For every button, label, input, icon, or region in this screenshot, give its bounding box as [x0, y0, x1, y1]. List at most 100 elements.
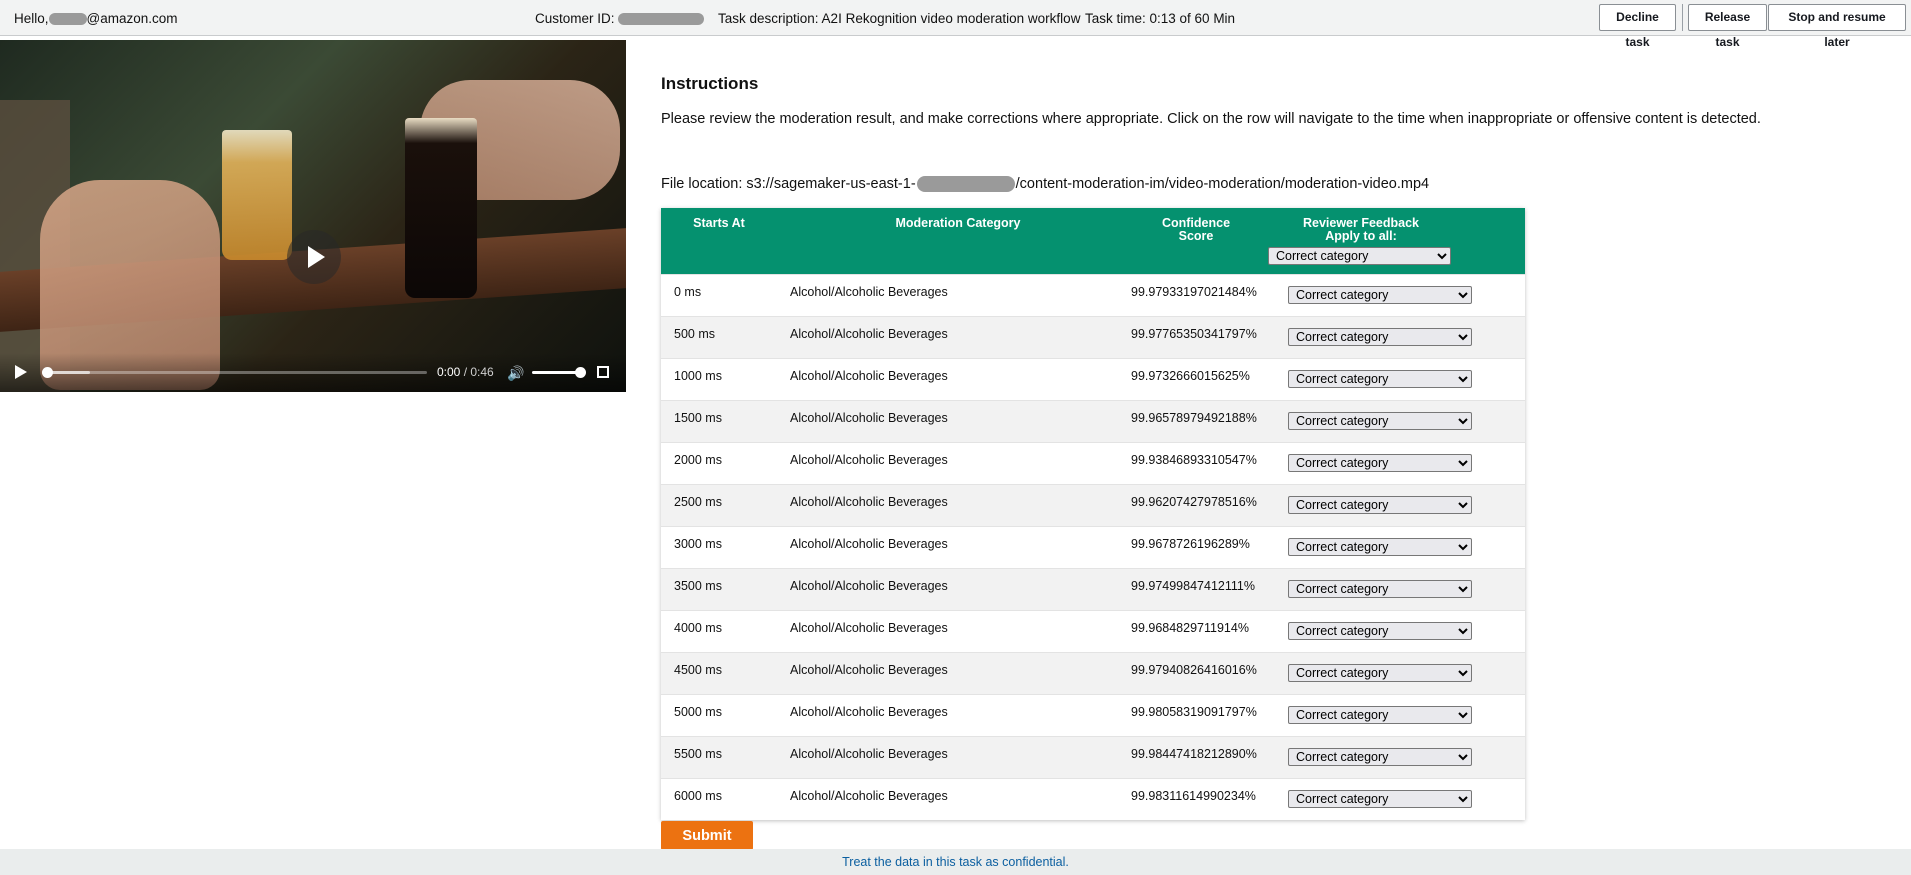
- table-row[interactable]: 5000 ms Alcohol/Alcoholic Beverages 99.980…: [661, 694, 1525, 736]
- moderation-results-table: Starts At Moderation Category Confidence…: [661, 208, 1525, 820]
- row-feedback-select[interactable]: Correct category: [1288, 580, 1472, 598]
- row-feedback-select[interactable]: Correct category: [1288, 790, 1472, 808]
- row-start-time: 3000 ms: [674, 537, 722, 551]
- instructions-title: Instructions: [661, 74, 759, 93]
- row-category: Alcohol/Alcoholic Beverages: [790, 621, 948, 635]
- row-confidence-score: 99.96207427978516%: [1131, 495, 1257, 509]
- top-bar: Hello, @amazon.com Customer ID: Task desc…: [0, 0, 1911, 49]
- row-start-time: 5000 ms: [674, 705, 722, 719]
- row-feedback-select[interactable]: Correct category: [1288, 370, 1472, 388]
- row-confidence-score: 99.98311614990234%: [1131, 789, 1256, 803]
- video-player[interactable]: 0:00 / 0:46 🔊: [0, 40, 626, 392]
- row-feedback-select[interactable]: Correct category: [1288, 286, 1472, 304]
- row-category: Alcohol/Alcoholic Beverages: [790, 705, 948, 719]
- row-feedback-select[interactable]: Correct category: [1288, 538, 1472, 556]
- table-row[interactable]: 1500 ms Alcohol/Alcoholic Beverages 99.965…: [661, 400, 1525, 442]
- table-row[interactable]: 3000 ms Alcohol/Alcoholic Beverages 99.967…: [661, 526, 1525, 568]
- row-category: Alcohol/Alcoholic Beverages: [790, 537, 948, 551]
- row-start-time: 4000 ms: [674, 621, 722, 635]
- video-progress-slider[interactable]: [42, 367, 427, 378]
- row-confidence-score: 99.9678726196289%: [1131, 537, 1250, 551]
- video-current-time: 0:00: [437, 365, 461, 379]
- row-confidence-score: 99.9732666015625%: [1131, 369, 1250, 383]
- video-progress-handle[interactable]: [42, 367, 53, 378]
- row-feedback-select[interactable]: Correct category: [1288, 664, 1472, 682]
- row-feedback-select[interactable]: Correct category: [1288, 748, 1472, 766]
- table-row[interactable]: 4500 ms Alcohol/Alcoholic Beverages 99.979…: [661, 652, 1525, 694]
- volume-handle[interactable]: [575, 367, 586, 378]
- header-confidence-line1: Confidence: [1161, 216, 1231, 230]
- table-row[interactable]: 5500 ms Alcohol/Alcoholic Beverages 99.984…: [661, 736, 1525, 778]
- redacted-account-id: [916, 176, 1015, 193]
- header-confidence-score: Confidence Score: [1116, 217, 1276, 243]
- row-feedback-select[interactable]: Correct category: [1288, 454, 1472, 472]
- row-category: Alcohol/Alcoholic Beverages: [790, 285, 948, 299]
- user-greeting: Hello, @amazon.com: [14, 11, 178, 26]
- row-confidence-score: 99.98058319091797%: [1131, 705, 1257, 719]
- table-row[interactable]: 1000 ms Alcohol/Alcoholic Beverages 99.973…: [661, 358, 1525, 400]
- apply-to-all-select[interactable]: Correct category: [1268, 247, 1451, 265]
- row-feedback-select[interactable]: Correct category: [1288, 412, 1472, 430]
- table-row[interactable]: 3500 ms Alcohol/Alcoholic Beverages 99.974…: [661, 568, 1525, 610]
- row-category: Alcohol/Alcoholic Beverages: [790, 411, 948, 425]
- row-start-time: 3500 ms: [674, 579, 722, 593]
- toolbar-divider: [1682, 4, 1683, 31]
- decline-task-button[interactable]: Decline task: [1599, 4, 1676, 49]
- video-duration: 0:46: [470, 365, 494, 379]
- submit-button[interactable]: Submit: [661, 821, 753, 850]
- big-play-icon[interactable]: [287, 230, 341, 284]
- table-header: Starts At Moderation Category Confidence…: [661, 208, 1525, 274]
- row-feedback-select[interactable]: Correct category: [1288, 622, 1472, 640]
- video-frame-stout-glass: [405, 118, 477, 298]
- table-row[interactable]: 0 ms Alcohol/Alcoholic Beverages 99.979331…: [661, 274, 1525, 316]
- table-row[interactable]: 6000 ms Alcohol/Alcoholic Beverages 99.983…: [661, 778, 1525, 820]
- header-reviewer-feedback: Reviewer Feedback Apply to all:: [1261, 217, 1461, 243]
- row-start-time: 1000 ms: [674, 369, 722, 383]
- task-description: Task description: A2I Rekognition video …: [718, 11, 1081, 26]
- footer: Treat the data in this task as confident…: [0, 849, 1911, 875]
- redacted-customer-id: [618, 13, 705, 26]
- row-category: Alcohol/Alcoholic Beverages: [790, 789, 948, 803]
- confidentiality-notice[interactable]: Treat the data in this task as confident…: [842, 855, 1069, 869]
- row-category: Alcohol/Alcoholic Beverages: [790, 747, 948, 761]
- instructions-text: Please review the moderation result, and…: [661, 111, 1761, 127]
- row-confidence-score: 99.97933197021484%: [1131, 285, 1257, 299]
- row-category: Alcohol/Alcoholic Beverages: [790, 369, 948, 383]
- table-row[interactable]: 500 ms Alcohol/Alcoholic Beverages 99.9776…: [661, 316, 1525, 358]
- row-category: Alcohol/Alcoholic Beverages: [790, 579, 948, 593]
- customer-id-label: Customer ID:: [535, 11, 615, 26]
- file-location-suffix: /content-moderation-im/video-moderation/…: [1015, 176, 1430, 192]
- volume-icon[interactable]: 🔊: [507, 365, 524, 382]
- row-start-time: 2000 ms: [674, 453, 722, 467]
- header-starts-at: Starts At: [693, 216, 745, 230]
- table-body: 0 ms Alcohol/Alcoholic Beverages 99.979331…: [661, 274, 1525, 820]
- volume-slider[interactable]: [532, 367, 586, 378]
- row-category: Alcohol/Alcoholic Beverages: [790, 495, 948, 509]
- file-location-prefix: File location: s3://sagemaker-us-east-1-: [661, 176, 916, 192]
- row-start-time: 6000 ms: [674, 789, 722, 803]
- fullscreen-icon[interactable]: [597, 366, 609, 378]
- row-start-time: 0 ms: [674, 285, 702, 299]
- row-feedback-select[interactable]: Correct category: [1288, 496, 1472, 514]
- row-category: Alcohol/Alcoholic Beverages: [790, 453, 948, 467]
- task-time: Task time: 0:13 of 60 Min: [1085, 11, 1236, 26]
- header-confidence-line2: Score: [1178, 229, 1214, 243]
- row-confidence-score: 99.93846893310547%: [1131, 453, 1257, 467]
- video-frame-lager-glass: [222, 130, 292, 260]
- play-icon[interactable]: [15, 365, 27, 379]
- customer-id: Customer ID:: [535, 11, 705, 26]
- row-confidence-score: 99.97499847412111%: [1131, 579, 1255, 593]
- table-row[interactable]: 2500 ms Alcohol/Alcoholic Beverages 99.962…: [661, 484, 1525, 526]
- row-confidence-score: 99.97765350341797%: [1131, 327, 1257, 341]
- row-start-time: 500 ms: [674, 327, 715, 341]
- header-feedback-line2: Apply to all:: [1325, 229, 1397, 243]
- stop-and-resume-later-button[interactable]: Stop and resume later: [1768, 4, 1906, 49]
- row-feedback-select[interactable]: Correct category: [1288, 328, 1472, 346]
- release-task-button[interactable]: Release task: [1688, 4, 1767, 49]
- file-location: File location: s3://sagemaker-us-east-1-…: [661, 176, 1430, 193]
- row-confidence-score: 99.9684829711914%: [1131, 621, 1249, 635]
- video-time: 0:00 / 0:46: [437, 365, 494, 379]
- table-row[interactable]: 4000 ms Alcohol/Alcoholic Beverages 99.968…: [661, 610, 1525, 652]
- row-feedback-select[interactable]: Correct category: [1288, 706, 1472, 724]
- table-row[interactable]: 2000 ms Alcohol/Alcoholic Beverages 99.938…: [661, 442, 1525, 484]
